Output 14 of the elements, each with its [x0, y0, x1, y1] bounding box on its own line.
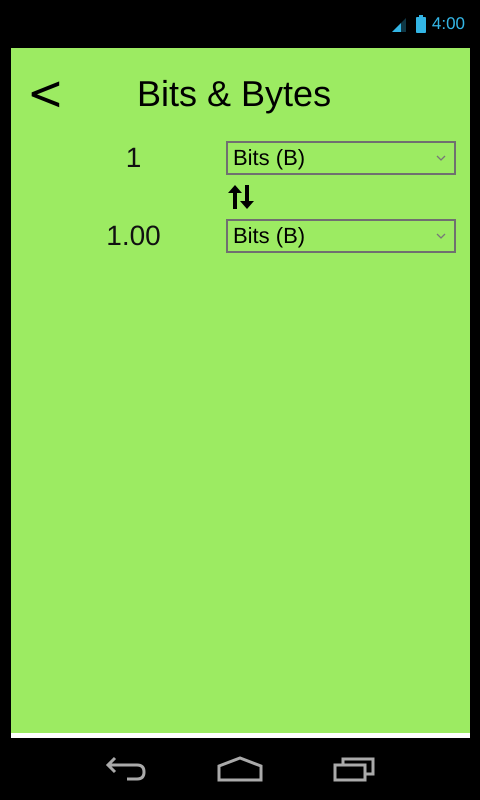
recent-apps-icon[interactable]: [333, 756, 375, 782]
unit-dropdown[interactable]: Bits (B): [226, 141, 456, 175]
battery-icon: [416, 15, 426, 33]
chevron-down-icon: [436, 155, 446, 161]
home-icon[interactable]: [217, 756, 263, 782]
value-text: 1.00: [106, 220, 161, 252]
value-text: 1: [126, 142, 142, 174]
chevron-down-icon: [436, 233, 446, 239]
back-nav-icon[interactable]: [105, 756, 147, 782]
status-time: 4:00: [432, 14, 465, 34]
unit-dropdown[interactable]: Bits (B): [226, 219, 456, 253]
page-title: Bits & Bytes: [137, 73, 332, 115]
swap-arrows-icon[interactable]: [227, 184, 255, 210]
back-button[interactable]: <: [27, 70, 57, 118]
